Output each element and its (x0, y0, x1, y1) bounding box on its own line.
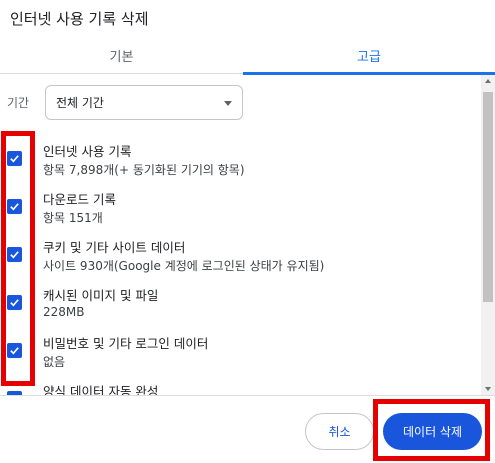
cancel-button[interactable]: 취소 (305, 413, 374, 450)
item-cache: 캐시된 이미지 및 파일 228MB (0, 285, 480, 331)
time-range-label: 기간 (7, 96, 30, 110)
item-autofill: 양식 데이터 자동 완성 (0, 381, 480, 395)
item-subtitle: 항목 151개 (43, 211, 103, 225)
item-download-history: 다운로드 기록 항목 151개 (0, 189, 480, 235)
time-range-select[interactable]: 전체 기간 (45, 85, 243, 120)
tab-advanced[interactable]: 고급 (243, 36, 495, 75)
checkbox-cache[interactable] (7, 295, 22, 310)
item-subtitle: 사이트 930개(Google 계정에 로그인된 상태가 유지됨) (43, 259, 325, 273)
advanced-panel: 기간 전체 기간 인터넷 사용 기록 항목 7,898개(+ 동기화된 기기의 … (0, 75, 495, 395)
delete-data-button[interactable]: 데이터 삭제 (383, 413, 482, 450)
checkbox-browsing-history[interactable] (7, 151, 22, 166)
item-title: 비밀번호 및 기타 로그인 데이터 (43, 336, 209, 351)
item-subtitle: 없음 (43, 355, 66, 369)
scroll-up-arrow-icon[interactable] (485, 79, 491, 83)
item-subtitle: 항목 7,898개(+ 동기화된 기기의 항목) (43, 163, 245, 177)
item-title: 양식 데이터 자동 완성 (43, 384, 159, 395)
time-range-value: 전체 기간 (56, 96, 104, 110)
checkmark-icon (10, 203, 19, 211)
caret-down-icon (224, 101, 232, 106)
item-title: 쿠키 및 기타 사이트 데이터 (43, 240, 186, 255)
checkbox-cookies[interactable] (7, 247, 22, 262)
item-browsing-history: 인터넷 사용 기록 항목 7,898개(+ 동기화된 기기의 항목) (0, 141, 480, 187)
tab-basic[interactable]: 기본 (0, 36, 243, 74)
dialog-title: 인터넷 사용 기록 삭제 (10, 10, 149, 28)
tab-bar: 기본 고급 (0, 36, 495, 75)
checkmark-icon (10, 299, 19, 307)
scroll-down-arrow-icon[interactable] (485, 387, 491, 391)
item-passwords: 비밀번호 및 기타 로그인 데이터 없음 (0, 333, 480, 379)
time-range-row: 기간 전체 기간 (0, 85, 480, 121)
scrollbar-thumb[interactable] (483, 92, 493, 302)
item-cookies: 쿠키 및 기타 사이트 데이터 사이트 930개(Google 계정에 로그인된… (0, 237, 480, 283)
item-title: 인터넷 사용 기록 (43, 144, 132, 159)
item-title: 캐시된 이미지 및 파일 (43, 288, 159, 303)
scrollbar[interactable] (481, 75, 495, 395)
checkmark-icon (10, 347, 19, 355)
checkbox-download-history[interactable] (7, 199, 22, 214)
checkmark-icon (10, 251, 19, 259)
footer-divider (0, 395, 495, 396)
checkmark-icon (10, 155, 19, 163)
item-title: 다운로드 기록 (43, 192, 116, 207)
item-subtitle: 228MB (43, 305, 85, 319)
checkbox-passwords[interactable] (7, 343, 22, 358)
